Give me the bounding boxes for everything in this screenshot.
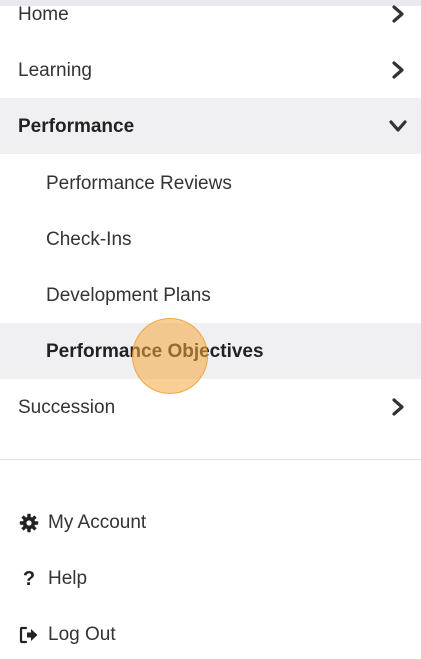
my-account-link[interactable]: My Account: [0, 499, 421, 547]
nav-item-label: Home: [18, 3, 69, 25]
nav-item-succession[interactable]: Succession: [0, 379, 421, 435]
log-out-label: Log Out: [48, 624, 116, 645]
nav-subitem-label: Performance Reviews: [46, 172, 232, 194]
nav-item-label: Learning: [18, 59, 92, 81]
chevron-right-icon: [389, 61, 407, 79]
nav-item-label: Succession: [18, 396, 116, 418]
nav-item-home[interactable]: Home: [0, 0, 421, 42]
nav-subitem-check-ins[interactable]: Check-Ins: [0, 211, 421, 267]
question-mark-icon: ?: [22, 567, 36, 590]
help-label: Help: [48, 568, 88, 589]
nav-subitem-label: Check-Ins: [46, 228, 132, 250]
nav-subitem-label: Development Plans: [46, 284, 211, 306]
nav-subitem-development-plans[interactable]: Development Plans: [0, 267, 421, 323]
sign-out-icon: [18, 624, 40, 646]
nav-item-label: Performance: [18, 115, 135, 137]
chevron-right-icon: [389, 5, 407, 23]
nav-subitem-performance-reviews[interactable]: Performance Reviews: [0, 155, 421, 211]
nav-subitem-label: Performance Objectives: [46, 340, 264, 362]
chevron-right-icon: [389, 398, 407, 416]
nav-item-learning[interactable]: Learning: [0, 42, 421, 98]
help-link[interactable]: ? Help: [0, 555, 421, 603]
nav-divider: [0, 459, 421, 460]
chevron-down-icon: [389, 117, 407, 135]
gear-icon: [18, 512, 40, 534]
nav-item-performance[interactable]: Performance: [0, 98, 421, 154]
my-account-label: My Account: [48, 512, 147, 533]
nav-subitem-performance-objectives[interactable]: Performance Objectives: [0, 323, 421, 379]
